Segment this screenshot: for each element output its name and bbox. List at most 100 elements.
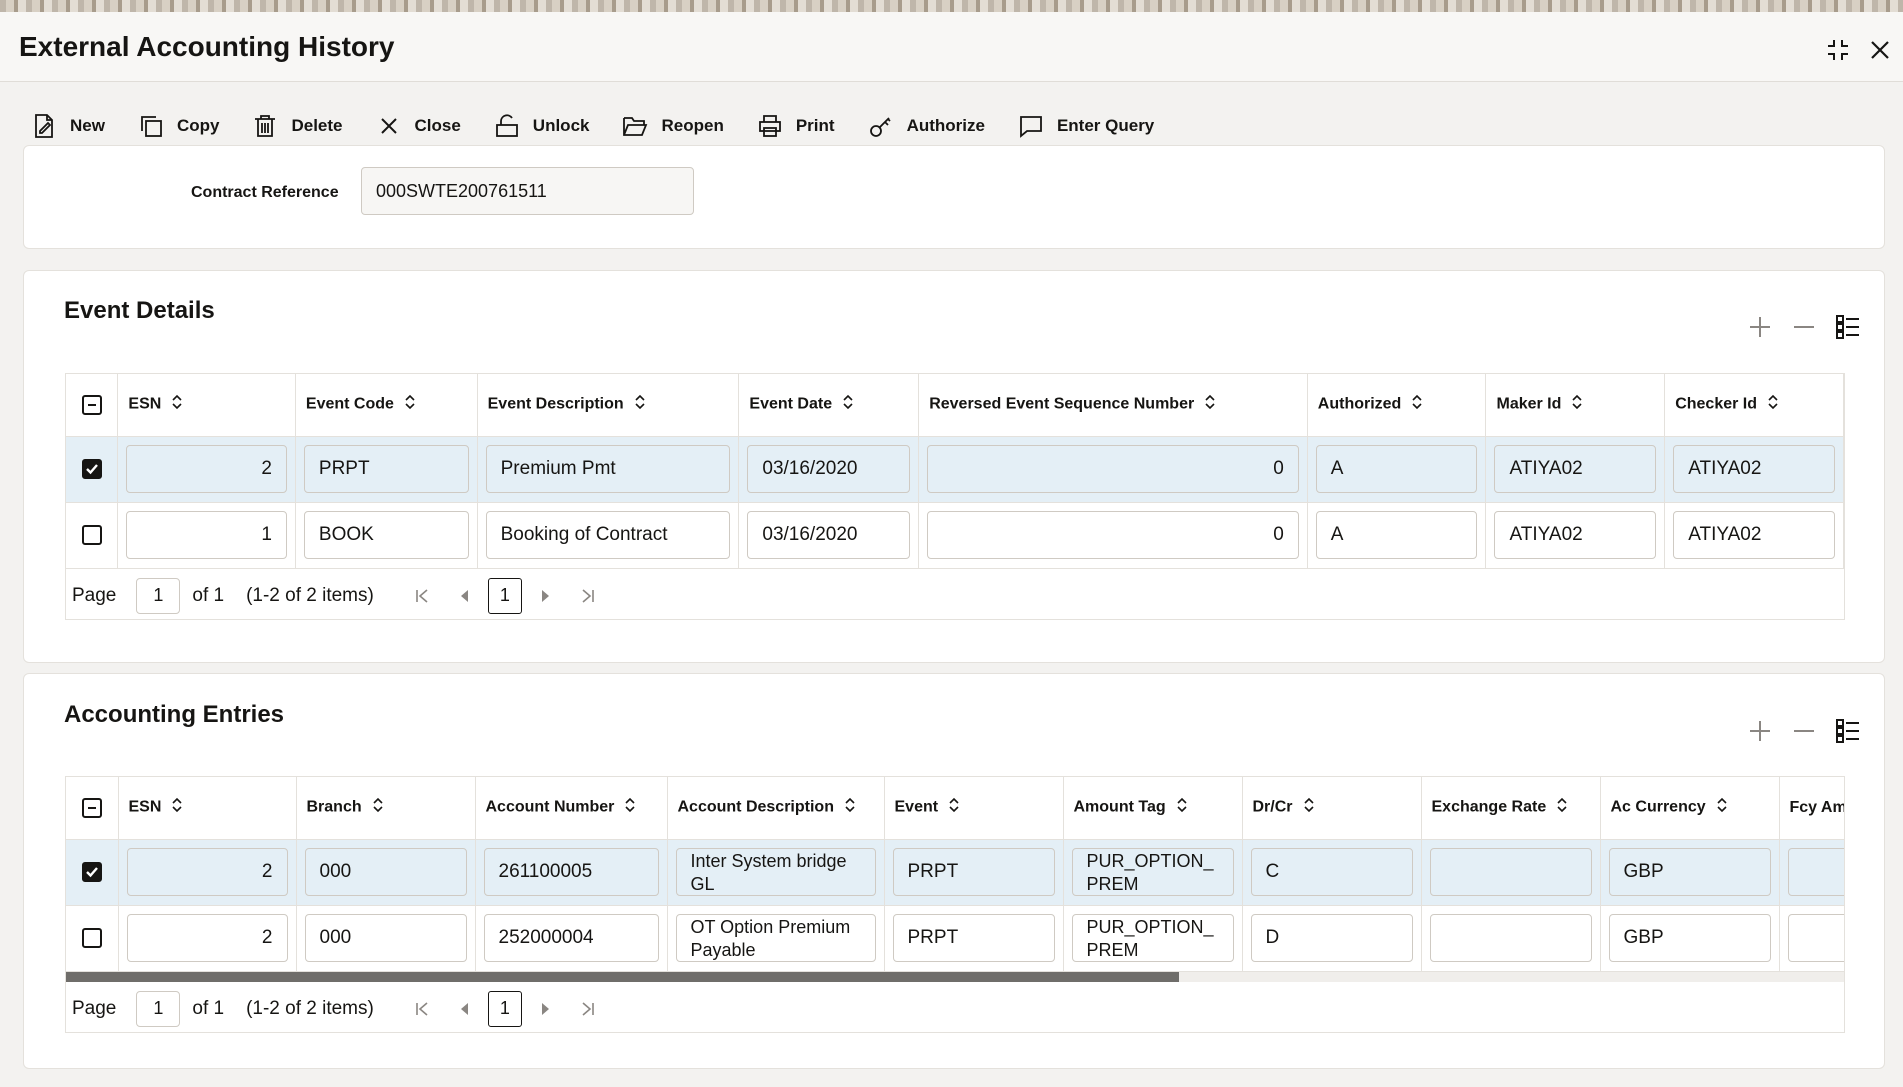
branch-field[interactable]: 000 [304, 914, 467, 962]
column-header-reversed-esn[interactable]: Reversed Event Sequence Number [918, 374, 1308, 437]
amount-tag-field[interactable]: PUR_OPTION_ PREM [1071, 848, 1234, 896]
column-header-event[interactable]: Event [884, 777, 1064, 840]
next-page-icon[interactable] [528, 991, 564, 1027]
fcy-amount-field[interactable] [1787, 914, 1844, 962]
select-all-checkbox[interactable] [81, 797, 102, 818]
page-number-input[interactable]: 1 [136, 990, 181, 1027]
new-button[interactable]: New [30, 112, 105, 140]
reopen-button[interactable]: Reopen [621, 112, 724, 140]
amount-tag-field[interactable]: PUR_OPTION_ PREM [1071, 914, 1234, 962]
event-code-field[interactable]: BOOK [303, 511, 469, 559]
column-header-amount-tag[interactable]: Amount Tag [1063, 777, 1243, 840]
unlock-button[interactable]: Unlock [493, 112, 589, 140]
row-checkbox[interactable] [81, 862, 102, 882]
exchange-rate-field[interactable] [1429, 848, 1592, 896]
column-header-account-description[interactable]: Account Description [667, 777, 885, 840]
column-header-dr-cr[interactable]: Dr/Cr [1242, 777, 1422, 840]
maker-id-field[interactable]: ATIYA02 [1494, 511, 1657, 559]
sort-icon[interactable] [1556, 797, 1568, 818]
row-checkbox[interactable] [81, 459, 102, 479]
sort-icon[interactable] [844, 797, 856, 818]
minimize-icon[interactable] [1822, 34, 1854, 66]
next-page-icon[interactable] [528, 578, 564, 614]
column-header-esn[interactable]: ESN [118, 777, 297, 840]
previous-page-icon[interactable] [446, 578, 482, 614]
event-field[interactable]: PRPT [892, 848, 1055, 896]
column-header-esn[interactable]: ESN [117, 374, 296, 437]
sort-icon[interactable] [1411, 394, 1423, 415]
sort-icon[interactable] [842, 394, 854, 415]
checker-id-field[interactable]: ATIYA02 [1673, 511, 1835, 559]
sort-icon[interactable] [948, 797, 960, 818]
table-row[interactable]: 1 BOOK Booking of Contract 03/16/2020 0 … [66, 502, 1844, 569]
column-header-branch[interactable]: Branch [296, 777, 476, 840]
sort-icon[interactable] [404, 394, 416, 415]
print-button[interactable]: Print [756, 112, 835, 140]
current-page-button[interactable]: 1 [487, 990, 522, 1027]
previous-page-icon[interactable] [446, 991, 482, 1027]
event-date-field[interactable]: 03/16/2020 [747, 511, 911, 559]
column-header-event-date[interactable]: Event Date [738, 374, 920, 437]
authorize-button[interactable]: Authorize [867, 112, 985, 140]
authorized-field[interactable]: A [1315, 511, 1478, 559]
table-row[interactable]: 2 000 252000004 OT Option Premium Payabl… [66, 905, 1844, 972]
column-header-account-number[interactable]: Account Number [475, 777, 668, 840]
event-date-field[interactable]: 03/16/2020 [747, 445, 911, 493]
column-header-maker-id[interactable]: Maker Id [1485, 374, 1666, 437]
last-page-icon[interactable] [570, 578, 606, 614]
dr-cr-field[interactable]: C [1250, 848, 1413, 896]
column-header-event-code[interactable]: Event Code [295, 374, 478, 437]
column-header-exchange-rate[interactable]: Exchange Rate [1421, 777, 1601, 840]
ac-currency-field[interactable]: GBP [1608, 914, 1771, 962]
column-header-ac-currency[interactable]: Ac Currency [1600, 777, 1780, 840]
sort-icon[interactable] [372, 797, 384, 818]
delete-button[interactable]: Delete [251, 112, 343, 140]
sort-icon[interactable] [171, 394, 183, 415]
event-description-field[interactable]: Booking of Contract [485, 511, 731, 559]
account-description-field[interactable]: OT Option Premium Payable [675, 914, 876, 962]
close-icon[interactable] [1864, 34, 1896, 66]
last-page-icon[interactable] [570, 991, 606, 1027]
first-page-icon[interactable] [404, 578, 440, 614]
single-record-view-icon[interactable] [1832, 311, 1864, 343]
esn-field[interactable]: 2 [126, 848, 288, 896]
row-checkbox[interactable] [81, 525, 102, 545]
copy-button[interactable]: Copy [137, 112, 219, 140]
select-all-checkbox[interactable] [81, 394, 102, 415]
account-description-field[interactable]: Inter System bridge GL [675, 848, 876, 896]
sort-icon[interactable] [1204, 394, 1216, 415]
add-row-icon[interactable] [1744, 311, 1776, 343]
add-row-icon[interactable] [1744, 715, 1776, 747]
sort-icon[interactable] [1716, 797, 1728, 818]
fcy-amount-field[interactable] [1787, 848, 1844, 896]
account-number-field[interactable]: 252000004 [483, 914, 659, 962]
column-header-authorized[interactable]: Authorized [1307, 374, 1487, 437]
table-row[interactable]: 2 000 261100005 Inter System bridge GL P… [66, 839, 1844, 906]
maker-id-field[interactable]: ATIYA02 [1494, 445, 1657, 493]
table-row[interactable]: 2 PRPT Premium Pmt 03/16/2020 0 A ATIYA0… [66, 436, 1844, 503]
page-number-input[interactable]: 1 [136, 577, 181, 614]
ac-currency-field[interactable]: GBP [1608, 848, 1771, 896]
event-description-field[interactable]: Premium Pmt [485, 445, 731, 493]
remove-row-icon[interactable] [1788, 311, 1820, 343]
remove-row-icon[interactable] [1788, 715, 1820, 747]
sort-icon[interactable] [171, 797, 183, 818]
scrollbar-thumb[interactable] [66, 971, 1179, 982]
first-page-icon[interactable] [404, 991, 440, 1027]
esn-field[interactable]: 2 [126, 445, 287, 493]
authorized-field[interactable]: A [1315, 445, 1478, 493]
reversed-esn-field[interactable]: 0 [927, 445, 1299, 493]
dr-cr-field[interactable]: D [1250, 914, 1413, 962]
close-button[interactable]: Close [375, 112, 461, 140]
sort-icon[interactable] [634, 394, 646, 415]
single-record-view-icon[interactable] [1832, 715, 1864, 747]
checker-id-field[interactable]: ATIYA02 [1673, 445, 1835, 493]
exchange-rate-field[interactable] [1429, 914, 1592, 962]
enter-query-button[interactable]: Enter Query [1017, 112, 1154, 140]
sort-icon[interactable] [1571, 394, 1583, 415]
sort-icon[interactable] [1767, 394, 1779, 415]
column-header-fcy-amount[interactable]: Fcy Amc [1779, 777, 1844, 840]
horizontal-scrollbar[interactable] [66, 971, 1844, 982]
event-code-field[interactable]: PRPT [303, 445, 469, 493]
event-field[interactable]: PRPT [892, 914, 1055, 962]
